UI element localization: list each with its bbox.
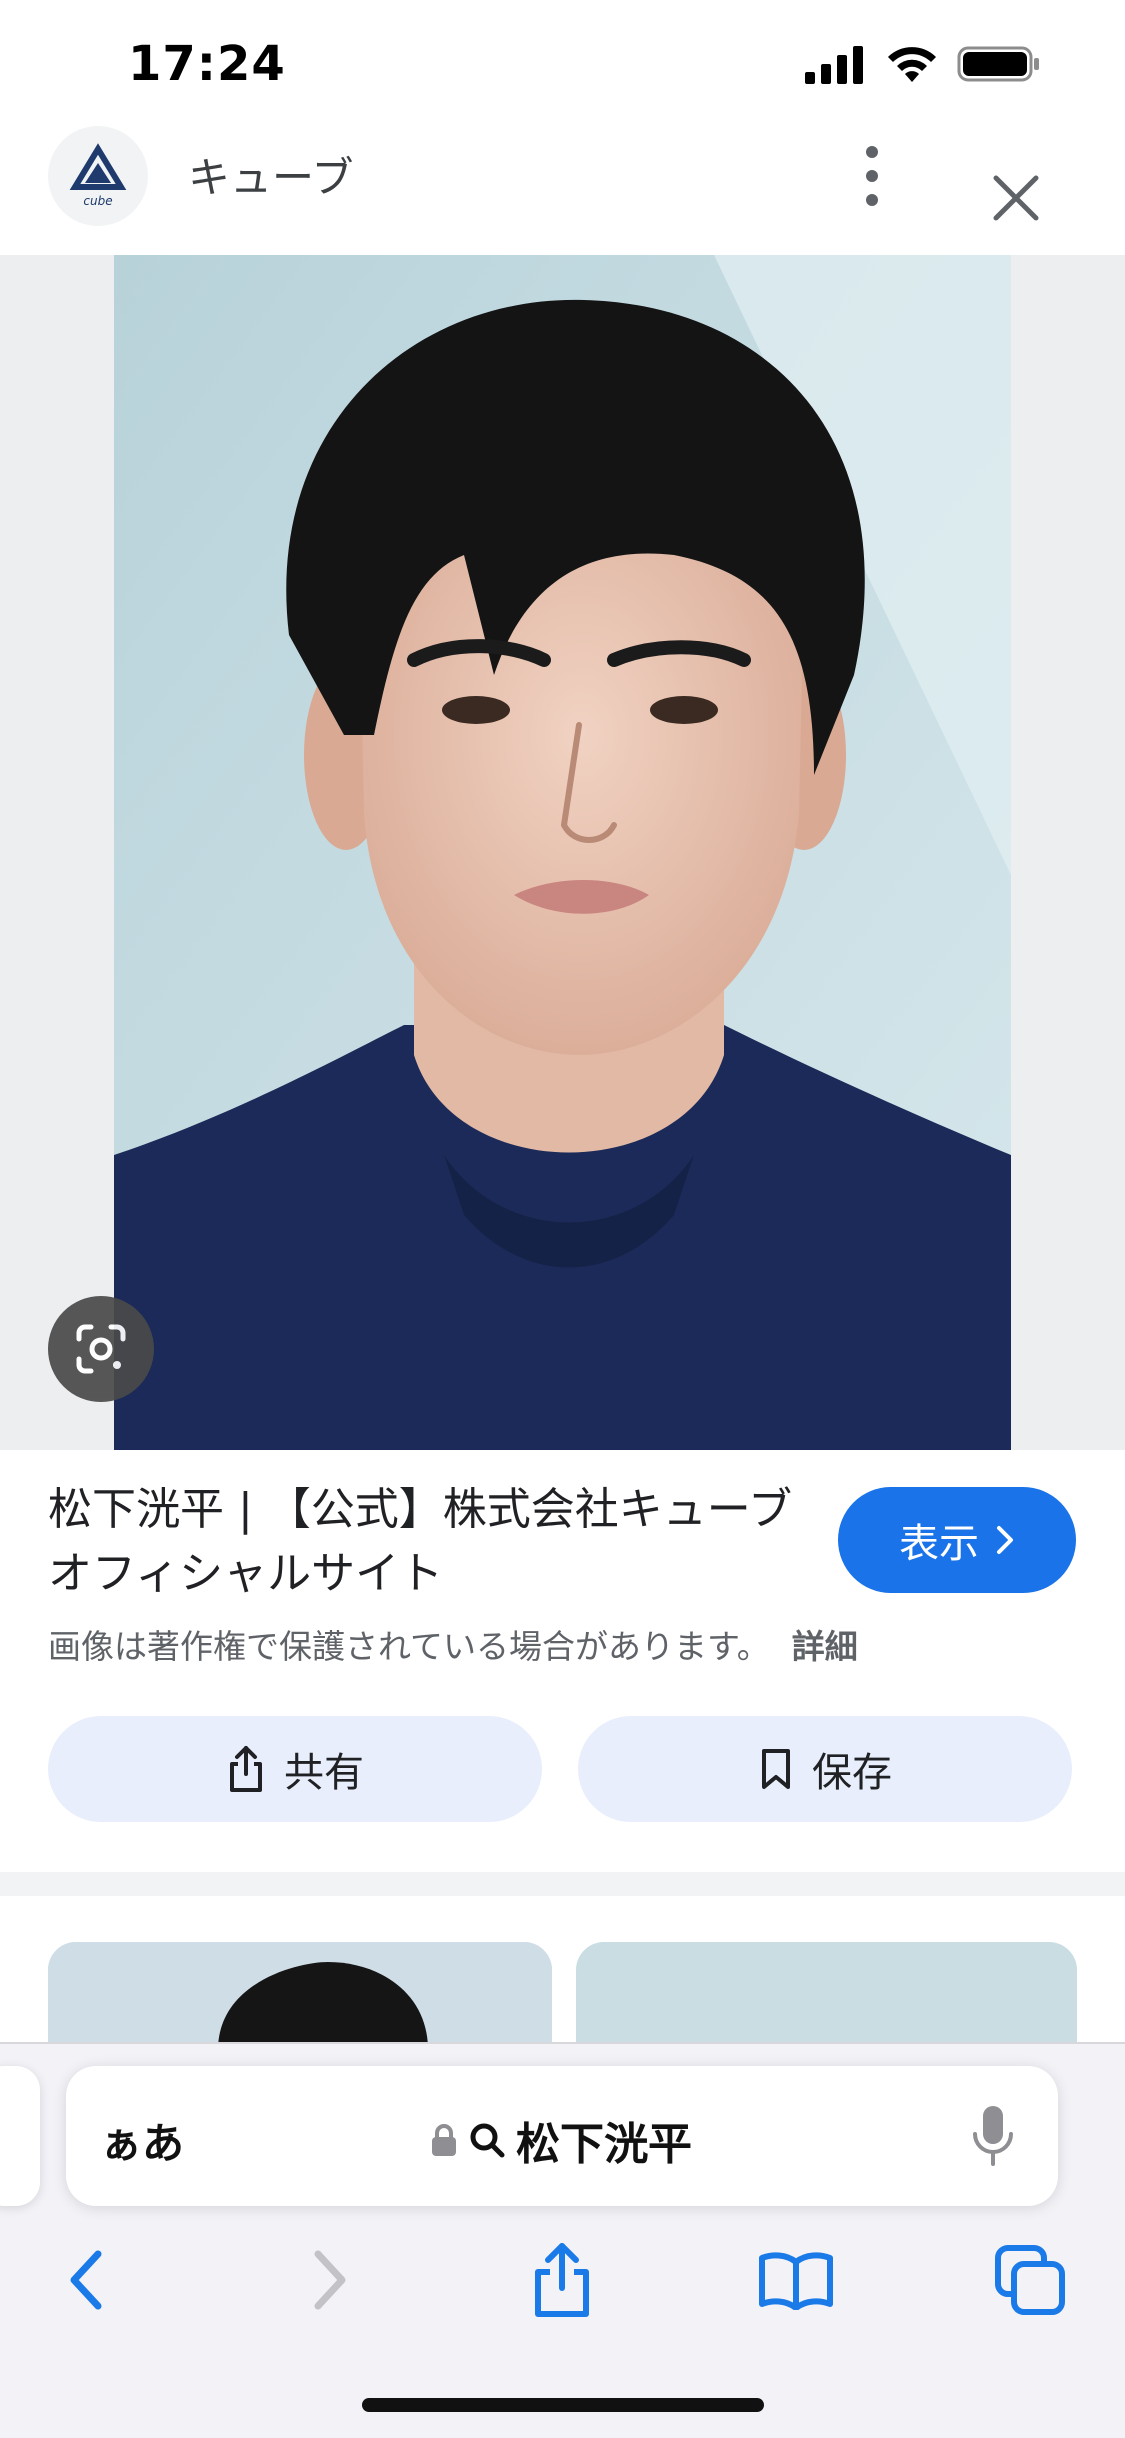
logo-text: cube — [83, 194, 112, 208]
share-icon — [230, 1746, 262, 1792]
home-indicator — [362, 2398, 764, 2412]
share-page-button[interactable] — [522, 2240, 602, 2320]
microphone-icon[interactable] — [968, 2102, 1018, 2172]
related-image-thumbnail[interactable] — [576, 1942, 1077, 2050]
book-icon — [759, 2252, 833, 2310]
status-time: 17:24 — [128, 36, 286, 92]
section-divider — [0, 1872, 1125, 1896]
lens-icon — [76, 1324, 126, 1374]
site-logo[interactable]: cube — [48, 126, 148, 226]
wifi-icon — [888, 47, 936, 82]
related-image-thumbnail[interactable] — [48, 1942, 552, 2050]
tabs-icon — [995, 2245, 1065, 2315]
copyright-notice: 画像は著作権で保護されている場合があります。 詳細 — [48, 1620, 858, 1668]
cube-logo-icon: cube — [69, 143, 127, 208]
battery-icon — [957, 46, 1039, 82]
close-icon[interactable] — [988, 170, 1044, 226]
share-label: 共有 — [284, 1750, 364, 1796]
share-button[interactable]: 共有 — [48, 1716, 542, 1822]
lock-icon — [432, 2124, 456, 2156]
address-text: 松下洸平 — [516, 2119, 692, 2170]
search-icon — [470, 2123, 505, 2158]
save-button[interactable]: 保存 — [578, 1716, 1072, 1822]
details-link[interactable]: 詳細 — [792, 1627, 858, 1666]
chevron-left-icon — [70, 2250, 102, 2310]
address-content[interactable]: 松下洸平 — [430, 2108, 692, 2172]
visit-button-label: 表示 — [899, 1521, 979, 1567]
chevron-right-icon — [314, 2250, 346, 2310]
previous-tab-preview[interactable] — [0, 2066, 40, 2206]
save-label: 保存 — [812, 1750, 892, 1796]
result-title[interactable]: 松下洸平 | 【公式】株式会社キューブ オフィシャルサイト — [48, 1478, 808, 1606]
bookmarks-button[interactable] — [756, 2240, 836, 2320]
chevron-right-icon — [997, 1526, 1013, 1554]
more-options-icon[interactable] — [850, 146, 894, 206]
portrait-illustration — [114, 255, 1011, 1450]
share-icon — [535, 2243, 589, 2317]
status-icons — [805, 44, 1041, 84]
tabs-button[interactable] — [990, 2240, 1070, 2320]
back-button[interactable] — [46, 2240, 126, 2320]
site-name[interactable]: キューブ — [188, 144, 353, 205]
page-settings-button[interactable]: ぁあ — [100, 2110, 184, 2171]
google-lens-button[interactable] — [48, 1296, 154, 1402]
copyright-notice-text: 画像は著作権で保護されている場合があります。 — [48, 1627, 770, 1666]
cellular-signal-icon — [805, 46, 863, 84]
visit-button[interactable]: 表示 — [838, 1487, 1076, 1593]
related-thumbnail-art — [48, 1942, 552, 2050]
bookmark-icon — [762, 1749, 790, 1789]
forward-button[interactable] — [290, 2240, 370, 2320]
preview-image[interactable] — [114, 255, 1011, 1450]
